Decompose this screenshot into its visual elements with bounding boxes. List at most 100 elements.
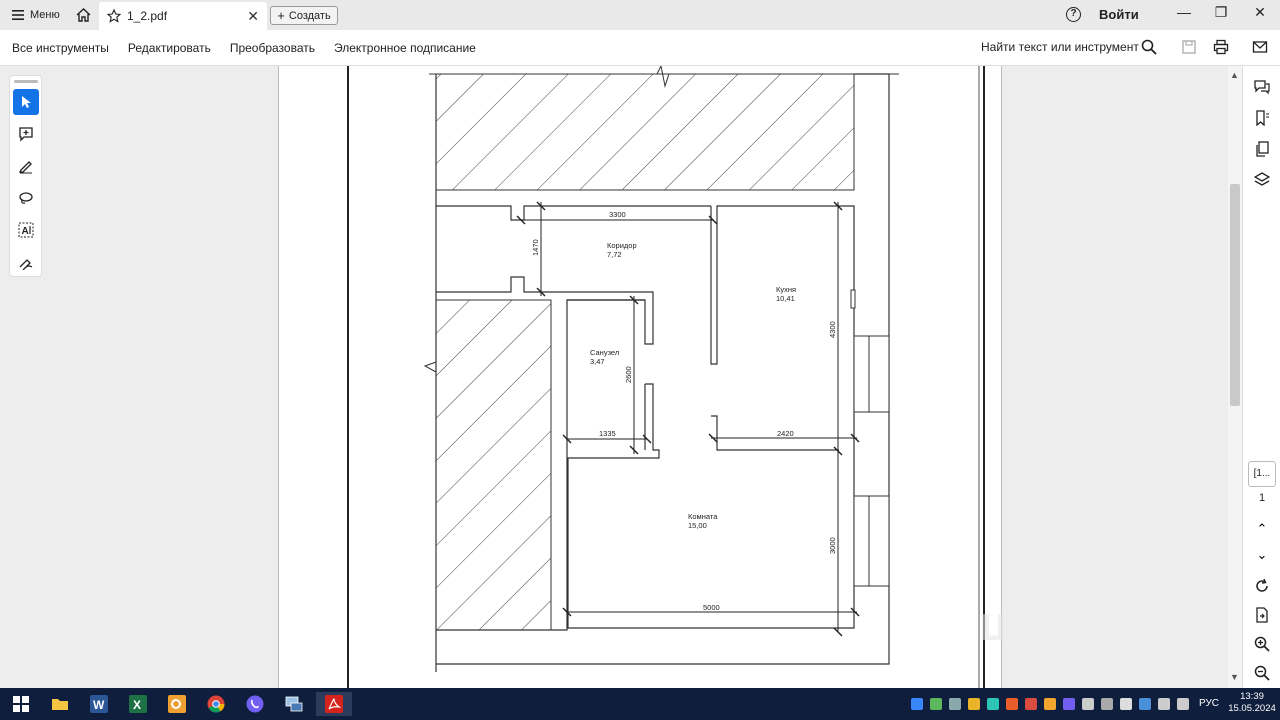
outlook-icon xyxy=(168,695,186,713)
search-icon[interactable] xyxy=(1140,39,1158,55)
tray-app4-icon[interactable] xyxy=(1044,698,1056,710)
tray-app5-icon[interactable] xyxy=(1082,698,1094,710)
tray-app6-icon[interactable] xyxy=(1120,698,1132,710)
floor-plan: 3300 1470 4300 2600 1335 2420 3000 5000 … xyxy=(347,64,1094,688)
network-status-icon[interactable] xyxy=(1158,698,1170,710)
outlook-app[interactable] xyxy=(164,692,190,716)
signature-icon xyxy=(19,259,33,270)
select-tool[interactable] xyxy=(13,89,39,115)
menu-all-tools[interactable]: Все инструменты xyxy=(12,41,109,55)
minimize-icon[interactable]: — xyxy=(1174,4,1194,20)
menu-esign[interactable]: Электронное подписание xyxy=(334,41,476,55)
mail-icon[interactable] xyxy=(1251,39,1269,55)
tray-app3-icon[interactable] xyxy=(1025,698,1037,710)
panel-grip[interactable] xyxy=(14,80,38,83)
room-kitchen-area: 10,41 xyxy=(776,294,795,303)
room-kitchen-name: Кухня xyxy=(776,285,796,294)
help-icon[interactable]: ? xyxy=(1066,7,1081,22)
save-icon[interactable] xyxy=(1180,39,1198,55)
dim-room-width: 5000 xyxy=(703,603,720,612)
page-number-box[interactable]: [1... xyxy=(1248,461,1276,487)
dim-kitchen-height: 4300 xyxy=(828,321,837,338)
cursor-icon xyxy=(22,96,31,108)
clock-time: 13:39 xyxy=(1240,691,1264,702)
scroll-thumb[interactable] xyxy=(1230,184,1240,406)
word-icon: W xyxy=(90,695,108,713)
word-app[interactable]: W xyxy=(86,692,112,716)
find-label[interactable]: Найти текст или инструмент xyxy=(981,40,1139,54)
bookmarks-icon[interactable] xyxy=(1253,109,1271,127)
dim-bath-height: 2600 xyxy=(624,366,633,383)
clock-date: 15.05.2024 xyxy=(1228,703,1276,714)
start-button[interactable] xyxy=(8,692,34,716)
zoom-in-icon[interactable] xyxy=(1253,635,1271,653)
room-bath-area: 3,47 xyxy=(590,357,605,366)
document-tab[interactable]: 1_2.pdf ✕ xyxy=(99,2,267,30)
tray-app-icon[interactable] xyxy=(968,698,980,710)
chevron-down-icon[interactable]: ⌄ xyxy=(1253,546,1271,564)
text-tool[interactable]: A xyxy=(13,217,39,243)
folder-icon xyxy=(52,699,68,710)
language-indicator[interactable]: РУС xyxy=(1199,698,1219,709)
scroll-down-icon[interactable]: ▼ xyxy=(1230,672,1239,682)
comment-tool[interactable] xyxy=(13,121,39,147)
scroll-up-icon[interactable]: ▲ xyxy=(1230,70,1239,80)
restore-icon[interactable]: ❐ xyxy=(1211,4,1231,21)
close-tab-icon[interactable]: ✕ xyxy=(247,8,259,25)
page-fit-icon[interactable] xyxy=(1253,606,1271,624)
layers-icon[interactable] xyxy=(1253,171,1271,189)
tray-viber-icon[interactable] xyxy=(1063,698,1075,710)
acrobat-app[interactable] xyxy=(316,692,352,716)
dim-kitchen-width: 2420 xyxy=(777,429,794,438)
menu-button[interactable]: Меню xyxy=(0,0,72,30)
bluetooth-icon[interactable] xyxy=(911,698,923,710)
star-icon[interactable] xyxy=(107,9,121,23)
usb-icon[interactable] xyxy=(1101,698,1113,710)
dim-corridor-height: 1470 xyxy=(531,239,540,256)
signin-button[interactable]: Войти xyxy=(1099,7,1139,22)
zoom-out-icon[interactable] xyxy=(1253,664,1271,682)
tool-panel: A xyxy=(9,75,42,277)
comment-plus-icon xyxy=(19,127,33,142)
excel-app[interactable]: X xyxy=(125,692,151,716)
svg-text:W: W xyxy=(93,698,105,712)
room-corridor-area: 7,72 xyxy=(607,250,622,259)
chrome-app[interactable] xyxy=(203,692,229,716)
pages-icon[interactable] xyxy=(1253,140,1271,158)
viber-app[interactable] xyxy=(242,692,268,716)
clock[interactable]: 13:39 15.05.2024 xyxy=(1228,691,1276,715)
nvidia-icon[interactable] xyxy=(930,698,942,710)
svg-text:X: X xyxy=(133,698,141,712)
svg-text:A: A xyxy=(22,226,29,237)
rotate-icon[interactable] xyxy=(1253,577,1271,595)
volume-icon[interactable] xyxy=(1177,698,1189,710)
pen-icon xyxy=(18,161,32,174)
create-label: Создать xyxy=(288,9,331,22)
room-bath-name: Санузел xyxy=(590,348,619,357)
chevron-up-icon[interactable]: ⌃ xyxy=(1253,520,1271,538)
pdf-page[interactable]: 3300 1470 4300 2600 1335 2420 3000 5000 … xyxy=(278,64,1094,688)
room-living-name: Комната xyxy=(688,512,718,521)
explorer-app[interactable] xyxy=(47,692,73,716)
windows-icon xyxy=(13,696,29,712)
current-page: 1 xyxy=(1258,492,1266,504)
highlight-tool[interactable] xyxy=(13,153,39,179)
close-window-icon[interactable]: ✕ xyxy=(1250,4,1270,21)
tray-app2-icon[interactable] xyxy=(1006,698,1018,710)
menu-edit[interactable]: Редактировать xyxy=(128,41,211,55)
device-icon[interactable] xyxy=(949,698,961,710)
remote-app[interactable] xyxy=(281,692,307,716)
sign-tool[interactable] xyxy=(13,249,39,275)
draw-tool[interactable] xyxy=(13,185,39,211)
excel-icon: X xyxy=(129,695,147,713)
tray-app7-icon[interactable] xyxy=(1139,698,1151,710)
menu-convert[interactable]: Преобразовать xyxy=(230,41,315,55)
vpn-icon[interactable] xyxy=(987,698,999,710)
home-button[interactable] xyxy=(68,0,98,30)
print-icon[interactable] xyxy=(1212,39,1230,55)
comments-panel-icon[interactable] xyxy=(1253,78,1271,96)
acrobat-icon xyxy=(325,695,343,713)
right-rail: [1... 1 ⌃ ⌄ xyxy=(1242,66,1280,688)
menu-label: Меню xyxy=(30,9,60,21)
create-button[interactable]: + Создать xyxy=(270,6,338,25)
